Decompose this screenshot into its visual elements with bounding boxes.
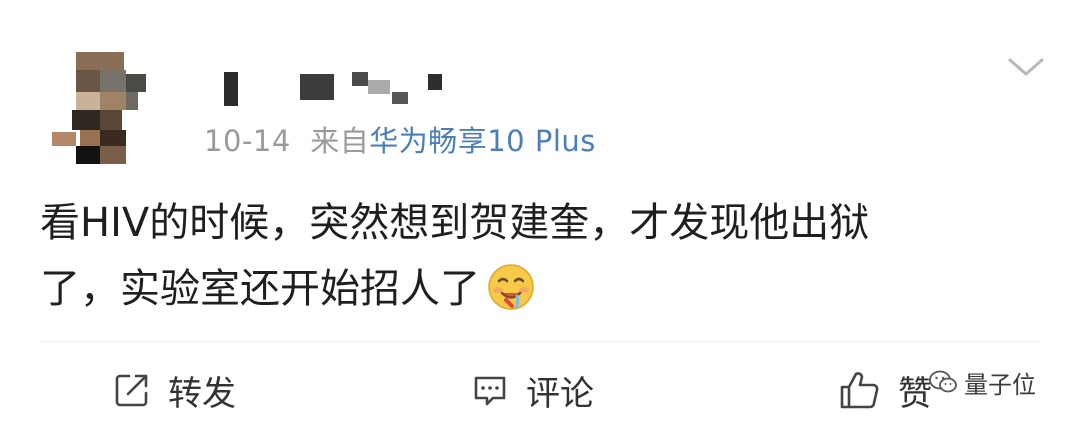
like-label: 赞 xyxy=(898,373,932,414)
watermark-label: 量子位 xyxy=(964,370,1036,399)
repost-button[interactable]: 转发 xyxy=(112,362,236,418)
avatar[interactable] xyxy=(52,52,148,164)
post-text-line-1: 看HIV的时候，突然想到贺建奎，才发现他出狱 xyxy=(40,200,870,246)
post-text-line-2: 了，实验室还开始招人了 xyxy=(40,256,1050,322)
repost-label: 转发 xyxy=(168,373,236,414)
source-prefix: 来自 xyxy=(310,124,370,158)
post-text: 看HIV的时候，突然想到贺建奎，才发现他出狱 了，实验室还开始招人了 xyxy=(40,190,1050,322)
device-link[interactable]: 华为畅享10 Plus xyxy=(369,124,596,158)
post-meta: 10-14 来自华为畅享10 Plus xyxy=(204,118,596,160)
comment-button[interactable]: 评论 xyxy=(470,362,594,418)
watermark: 量子位 xyxy=(928,362,1036,402)
repost-icon xyxy=(115,374,148,407)
comment-label: 评论 xyxy=(526,373,594,414)
post-text-line-2-content: 了，实验室还开始招人了 xyxy=(40,266,480,312)
like-button[interactable]: 赞 xyxy=(838,362,932,418)
divider xyxy=(40,341,1040,342)
comment-icon xyxy=(474,376,506,406)
thumbs-up-icon xyxy=(840,372,879,409)
post-date: 10-14 xyxy=(204,124,291,158)
drooling-face-emoji xyxy=(486,262,536,312)
username-blurred[interactable] xyxy=(218,70,448,110)
wechat-icon xyxy=(929,370,957,393)
chevron-down-icon[interactable] xyxy=(1006,52,1046,82)
